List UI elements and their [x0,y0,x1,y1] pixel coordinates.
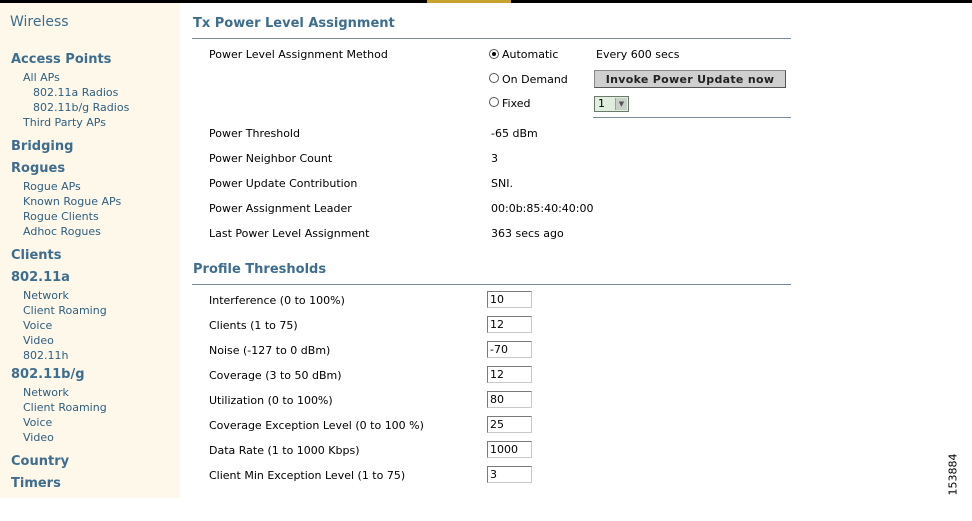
nav-bg-video[interactable]: Video [11,430,176,445]
nav-rogues[interactable]: Rogues [11,159,176,179]
power-assignment-leader-label: Power Assignment Leader [209,202,352,215]
nav-a-80211h[interactable]: 802.11h [11,348,176,363]
coverage-label: Coverage (3 to 50 dBm) [209,369,342,382]
method-rule [593,117,791,118]
power-assignment-leader-value: 00:0b:85:40:40:00 [491,202,594,215]
last-power-level-assignment-label: Last Power Level Assignment [209,227,370,240]
power-neighbor-count-label: Power Neighbor Count [209,152,333,165]
on-demand-label: On Demand [502,73,568,86]
power-update-contribution-label: Power Update Contribution [209,177,358,190]
utilization-label: Utilization (0 to 100%) [209,394,333,407]
nav-80211a[interactable]: 802.11a [11,268,176,288]
data-rate-input[interactable] [487,441,532,458]
radio-on-demand[interactable] [489,73,499,83]
nav-bg-voice[interactable]: Voice [11,415,176,430]
tx-section-title: Tx Power Level Assignment [193,16,395,31]
nav-80211bg-radios[interactable]: 802.11b/g Radios [11,100,176,115]
client-min-exception-level-input[interactable] [487,466,532,483]
noise-input[interactable] [487,341,532,358]
nav-access-points[interactable]: Access Points [11,50,176,70]
clients-input[interactable] [487,316,532,333]
client-min-exception-level-label: Client Min Exception Level (1 to 75) [209,469,406,482]
figure-id: 153884 [946,453,960,496]
nav-a-video[interactable]: Video [11,333,176,348]
coverage-input[interactable] [487,366,532,383]
last-power-level-assignment-value: 363 secs ago [491,227,564,240]
nav-country[interactable]: Country [11,452,176,472]
nav-rogue-clients[interactable]: Rogue Clients [11,209,176,224]
nav-bg-client-roaming[interactable]: Client Roaming [11,400,176,415]
fixed-level-select[interactable]: 1 ▼ [594,96,629,112]
coverage-exception-level-input[interactable] [487,416,532,433]
nav-timers[interactable]: Timers [11,474,176,494]
utilization-input[interactable] [487,391,532,408]
nav-third-party-aps[interactable]: Third Party APs [11,115,176,130]
nav-clients[interactable]: Clients [11,246,176,266]
nav-80211a-radios[interactable]: 802.11a Radios [11,85,176,100]
fixed-level-value: 1 [598,97,605,110]
radio-automatic[interactable] [489,49,499,59]
data-rate-label: Data Rate (1 to 1000 Kbps) [209,444,360,457]
sidebar-title[interactable]: Wireless [10,14,69,30]
sidebar: Wireless Access Points All APs 802.11a R… [0,3,180,498]
power-threshold-value: -65 dBm [491,127,538,140]
profile-section-rule [192,284,791,285]
clients-label: Clients (1 to 75) [209,319,298,332]
interference-input[interactable] [487,291,532,308]
noise-label: Noise (-127 to 0 dBm) [209,344,331,357]
interference-label: Interference (0 to 100%) [209,294,345,307]
profile-section-title: Profile Thresholds [193,262,327,277]
nav-bridging[interactable]: Bridging [11,137,176,157]
method-label: Power Level Assignment Method [209,48,388,61]
invoke-power-update-button[interactable]: Invoke Power Update now [594,70,786,88]
power-threshold-label: Power Threshold [209,127,300,140]
update-interval: Every 600 secs [596,48,680,61]
nav-80211bg[interactable]: 802.11b/g [11,365,176,385]
nav-a-client-roaming[interactable]: Client Roaming [11,303,176,318]
nav-rogue-aps[interactable]: Rogue APs [11,179,176,194]
nav-all-aps[interactable]: All APs [11,70,176,85]
nav-a-voice[interactable]: Voice [11,318,176,333]
nav-adhoc-rogues[interactable]: Adhoc Rogues [11,224,176,239]
nav-bg-network[interactable]: Network [11,385,176,400]
power-update-contribution-value: SNI. [491,177,513,190]
nav-known-rogue-aps[interactable]: Known Rogue APs [11,194,176,209]
chevron-down-icon[interactable]: ▼ [615,98,627,110]
main-content: Tx Power Level Assignment Power Level As… [192,0,792,521]
fixed-label: Fixed [502,97,531,110]
automatic-label: Automatic [502,48,559,61]
tx-section-rule [192,38,791,39]
nav-a-network[interactable]: Network [11,288,176,303]
sidebar-nav: Access Points All APs 802.11a Radios 802… [11,50,176,494]
radio-fixed[interactable] [489,97,499,107]
coverage-exception-level-label: Coverage Exception Level (0 to 100 %) [209,419,424,432]
power-neighbor-count-value: 3 [491,152,498,165]
